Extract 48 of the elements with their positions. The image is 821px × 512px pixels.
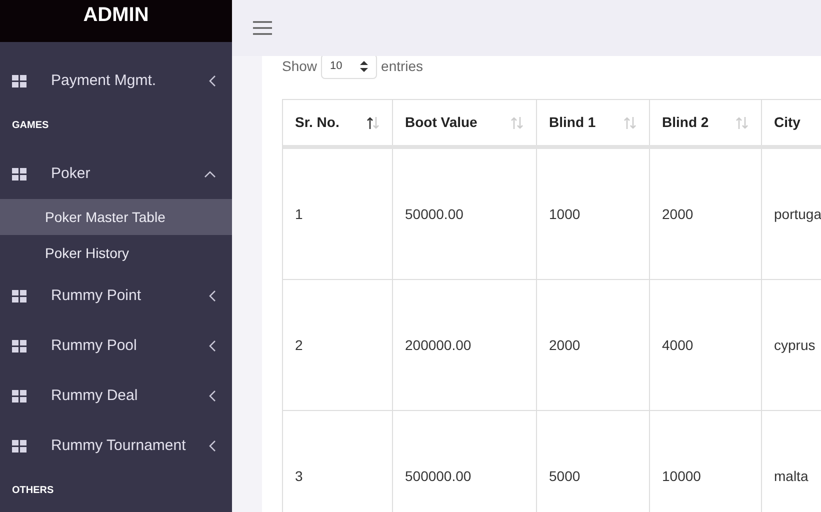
chevron-left-icon <box>209 390 216 402</box>
sidebar-item[interactable]: Payment Mgmt. <box>0 56 232 106</box>
table-cell: 2000 <box>650 149 762 279</box>
grid-icon <box>12 168 27 180</box>
column-header[interactable]: Blind 2 <box>650 100 762 145</box>
table-cell: 10000 <box>650 411 762 512</box>
table-cell: 5000 <box>537 411 650 512</box>
chevron-left-icon <box>209 440 216 452</box>
grid-icon <box>12 74 27 88</box>
submenu-item[interactable]: Poker History <box>0 235 232 271</box>
sidebar-item[interactable]: Rummy Pool <box>0 321 232 371</box>
section-heading: GAMES <box>11 119 50 133</box>
table-cell: malta <box>762 411 821 512</box>
section-heading: OTHERS <box>11 484 55 498</box>
chevron-left-icon <box>209 75 216 87</box>
table-cell: 2000 <box>537 280 650 410</box>
chevron-left-icon <box>209 340 216 352</box>
grid-icon <box>12 340 27 352</box>
grid-icon <box>12 440 27 452</box>
table-cell: 4000 <box>650 280 762 410</box>
submenu-item[interactable]: Poker Master Table <box>0 199 232 235</box>
grid-icon <box>12 290 27 302</box>
table-cell: 1 <box>283 149 393 279</box>
brand-title: ADMIN <box>83 3 149 28</box>
table-cell: 500000.00 <box>393 411 537 512</box>
show-label: Show <box>282 56 318 76</box>
table-cell: 200000.00 <box>393 280 537 410</box>
table-cell: 1000 <box>537 149 650 279</box>
column-header[interactable]: Boot Value <box>393 100 537 145</box>
grid-icon <box>12 390 27 402</box>
table-cell: 2 <box>283 280 393 410</box>
sidebar-item[interactable]: Rummy Point <box>0 271 232 321</box>
sidebar-item[interactable]: Rummy Deal <box>0 371 232 421</box>
table-cell: 50000.00 <box>393 149 537 279</box>
table-cell: cyprus <box>762 280 821 410</box>
sidebar-item[interactable]: Rummy Tournament <box>0 421 232 471</box>
select-arrows-icon <box>360 60 368 72</box>
entries-select[interactable]: 10 <box>321 56 378 78</box>
menu-icon[interactable] <box>253 21 272 35</box>
sidebar-item[interactable]: Poker <box>0 149 232 199</box>
entries-label: entries <box>381 56 424 76</box>
column-header[interactable]: Blind 1 <box>537 100 650 145</box>
column-header[interactable]: City <box>762 100 821 145</box>
chevron-up-icon <box>204 170 216 178</box>
table-cell: 3 <box>283 411 393 512</box>
column-header[interactable]: Sr. No. <box>283 100 393 145</box>
chevron-left-icon <box>209 290 216 302</box>
sort-icon[interactable] <box>366 116 380 130</box>
